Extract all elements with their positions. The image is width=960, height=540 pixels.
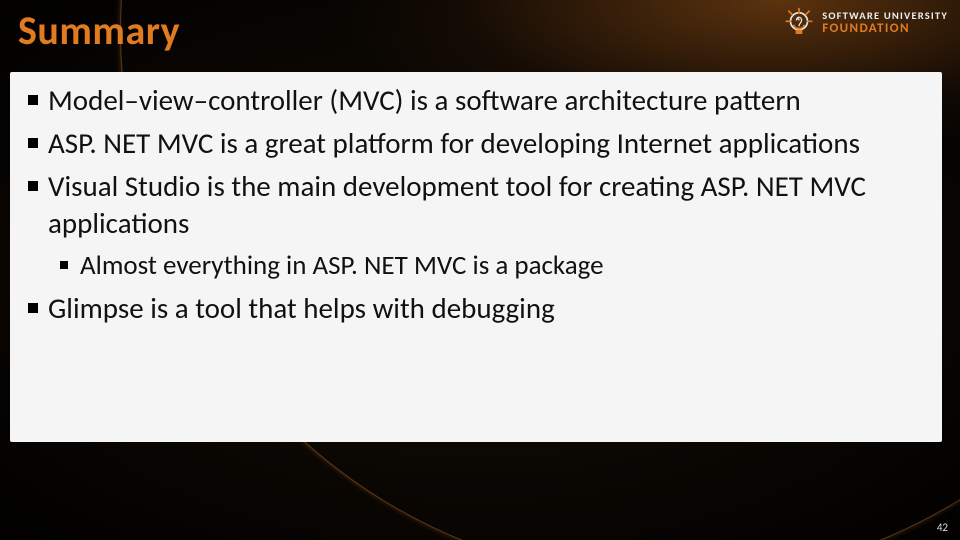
page-number: 42 (937, 521, 948, 534)
bullet-item: ASP. NET MVC is a great platform for dev… (24, 125, 928, 162)
bullet-list: Model–view–controller (MVC) is a softwar… (24, 82, 928, 327)
bullet-item: Glimpse is a tool that helps with debugg… (24, 290, 928, 327)
sub-bullet-text: Almost everything in ASP. NET MVC is a p… (80, 249, 604, 282)
bullet-text: Glimpse is a tool that helps with debugg… (48, 290, 555, 326)
sub-bullet-item: Almost everything in ASP. NET MVC is a p… (58, 248, 928, 283)
logo-line2: FOUNDATION (822, 22, 948, 35)
lightbulb-icon (782, 6, 816, 40)
bullet-item: Visual Studio is the main development to… (24, 168, 928, 283)
logo-text: SOFTWARE UNIVERSITY FOUNDATION (822, 11, 948, 35)
slide: Summary SOFTWARE UNIVERSITY FOUNDATION M… (0, 0, 960, 540)
sub-bullet-list: Almost everything in ASP. NET MVC is a p… (48, 248, 928, 283)
bullet-text: Model–view–controller (MVC) is a softwar… (48, 82, 801, 118)
content-panel: Model–view–controller (MVC) is a softwar… (10, 72, 942, 442)
logo: SOFTWARE UNIVERSITY FOUNDATION (782, 6, 948, 40)
bullet-text: Visual Studio is the main development to… (48, 168, 866, 241)
bullet-item: Model–view–controller (MVC) is a softwar… (24, 82, 928, 119)
bullet-text: ASP. NET MVC is a great platform for dev… (48, 125, 860, 161)
slide-title: Summary (18, 6, 180, 55)
